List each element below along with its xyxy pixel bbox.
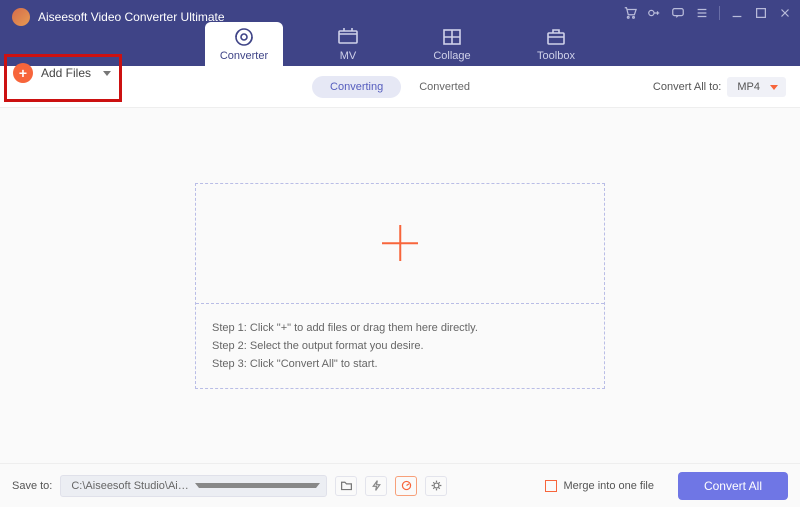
tab-converter[interactable]: Converter xyxy=(205,22,283,66)
tab-collage[interactable]: Collage xyxy=(413,22,491,66)
plus-icon: + xyxy=(13,63,33,83)
hw-accel-button[interactable] xyxy=(365,476,387,496)
maximize-icon[interactable] xyxy=(754,6,768,20)
titlebar-actions xyxy=(623,6,792,20)
step-text: Step 2: Select the output format you des… xyxy=(212,340,588,352)
step-text: Step 1: Click "+" to add files or drag t… xyxy=(212,322,588,334)
settings-button[interactable] xyxy=(425,476,447,496)
save-path-dropdown[interactable]: C:\Aiseesoft Studio\Ais...rter Ultimate\… xyxy=(60,475,327,497)
feedback-icon[interactable] xyxy=(671,6,685,20)
add-files-highlight: + Add Files xyxy=(4,54,122,102)
toolbox-icon xyxy=(544,28,568,46)
converter-icon xyxy=(232,28,256,46)
merge-checkbox[interactable]: Merge into one file xyxy=(545,480,654,492)
tab-toolbox[interactable]: Toolbox xyxy=(517,22,595,66)
main-area: Step 1: Click "+" to add files or drag t… xyxy=(0,108,800,463)
open-folder-button[interactable] xyxy=(335,476,357,496)
menu-icon[interactable] xyxy=(695,6,709,20)
tab-mv[interactable]: MV xyxy=(309,22,387,66)
tab-label: Collage xyxy=(433,50,470,62)
instructions: Step 1: Click "+" to add files or drag t… xyxy=(196,304,604,388)
separator xyxy=(719,6,720,20)
convert-all-to-label: Convert All to: xyxy=(653,81,721,93)
collage-icon xyxy=(440,28,464,46)
dropzone[interactable]: Step 1: Click "+" to add files or drag t… xyxy=(195,183,605,389)
tab-label: Toolbox xyxy=(537,50,575,62)
step-text: Step 3: Click "Convert All" to start. xyxy=(212,358,588,370)
add-files-button[interactable]: + Add Files xyxy=(13,63,111,83)
tab-label: Converter xyxy=(220,50,268,62)
format-selected: MP4 xyxy=(737,81,760,93)
key-icon[interactable] xyxy=(647,6,661,20)
toolbar: + Add Files Converting Converted Convert… xyxy=(0,66,800,108)
checkbox-icon xyxy=(545,480,557,492)
dropzone-top[interactable] xyxy=(196,184,604,304)
segment-converting[interactable]: Converting xyxy=(312,76,401,98)
status-segment: Converting Converted xyxy=(312,76,488,98)
save-path-value: C:\Aiseesoft Studio\Ais...rter Ultimate\… xyxy=(71,480,188,492)
chevron-down-icon xyxy=(103,71,111,76)
format-dropdown[interactable]: MP4 xyxy=(727,77,786,97)
close-icon[interactable] xyxy=(778,6,792,20)
mv-icon xyxy=(336,28,360,46)
minimize-icon[interactable] xyxy=(730,6,744,20)
big-plus-icon xyxy=(382,225,418,261)
add-files-label: Add Files xyxy=(41,66,91,80)
chevron-down-icon xyxy=(195,483,320,488)
footer: Save to: C:\Aiseesoft Studio\Ais...rter … xyxy=(0,463,800,507)
convert-all-to: Convert All to: MP4 xyxy=(653,77,786,97)
hispeed-button[interactable] xyxy=(395,476,417,496)
merge-label: Merge into one file xyxy=(563,480,654,492)
save-to-label: Save to: xyxy=(12,480,52,492)
segment-converted[interactable]: Converted xyxy=(401,76,488,98)
cart-icon[interactable] xyxy=(623,6,637,20)
tab-label: MV xyxy=(340,50,357,62)
convert-all-button[interactable]: Convert All xyxy=(678,472,788,500)
